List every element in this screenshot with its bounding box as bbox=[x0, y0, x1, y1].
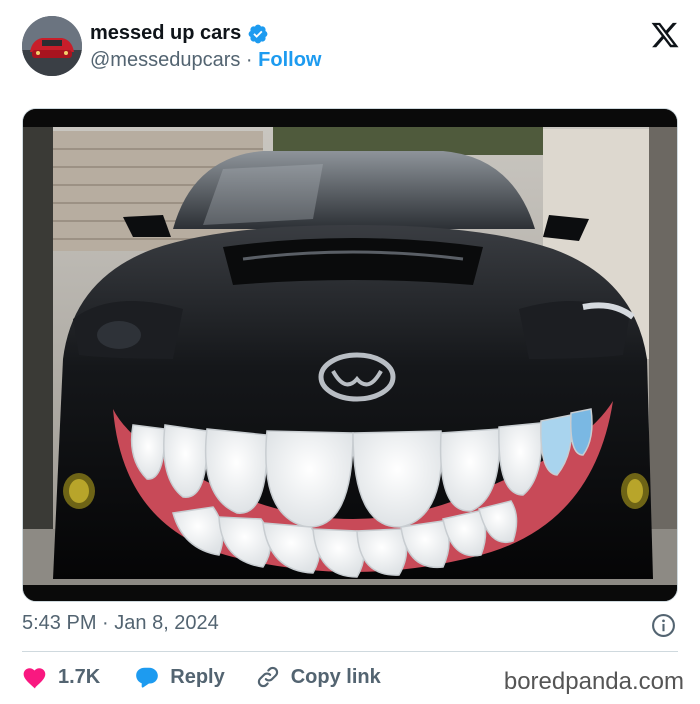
tweet-header: messed up cars @messedupcars · Follow bbox=[22, 16, 682, 78]
link-icon bbox=[257, 666, 278, 688]
watermark: boredpanda.com bbox=[503, 668, 684, 695]
tweet-media[interactable] bbox=[22, 108, 678, 602]
verified-badge-icon bbox=[248, 24, 268, 43]
avatar-image bbox=[22, 16, 82, 76]
display-name[interactable]: messed up cars bbox=[90, 22, 241, 45]
copy-link-label: Copy link bbox=[290, 665, 381, 688]
info-icon[interactable] bbox=[651, 613, 676, 638]
name-row: messed up cars bbox=[90, 22, 269, 45]
car-smile-photo bbox=[23, 109, 677, 601]
handle-row: @messedupcars · Follow bbox=[90, 49, 321, 72]
avatar[interactable] bbox=[22, 16, 82, 76]
handle-separator: · bbox=[240, 49, 259, 71]
tweet-time: 5:43 PM bbox=[22, 612, 97, 634]
tweet-date: Jan 8, 2024 bbox=[114, 612, 219, 634]
x-logo-icon[interactable] bbox=[650, 20, 680, 50]
divider bbox=[22, 651, 678, 652]
reply-bubble-icon bbox=[136, 667, 159, 688]
reply-label: Reply bbox=[170, 665, 225, 688]
reply-button[interactable]: Reply bbox=[134, 665, 225, 689]
copy-link-button[interactable]: Copy link bbox=[255, 664, 381, 690]
like-button[interactable]: 1.7K bbox=[22, 665, 100, 689]
heart-icon bbox=[23, 668, 46, 689]
action-bar: 1.7K Reply Copy link bbox=[22, 662, 381, 692]
timestamp-separator: · bbox=[96, 612, 115, 634]
like-count: 1.7K bbox=[58, 665, 101, 688]
tweet-timestamp[interactable]: 5:43 PM · Jan 8, 2024 bbox=[22, 612, 219, 635]
follow-button[interactable]: Follow bbox=[258, 49, 321, 71]
handle[interactable]: @messedupcars bbox=[90, 49, 240, 71]
